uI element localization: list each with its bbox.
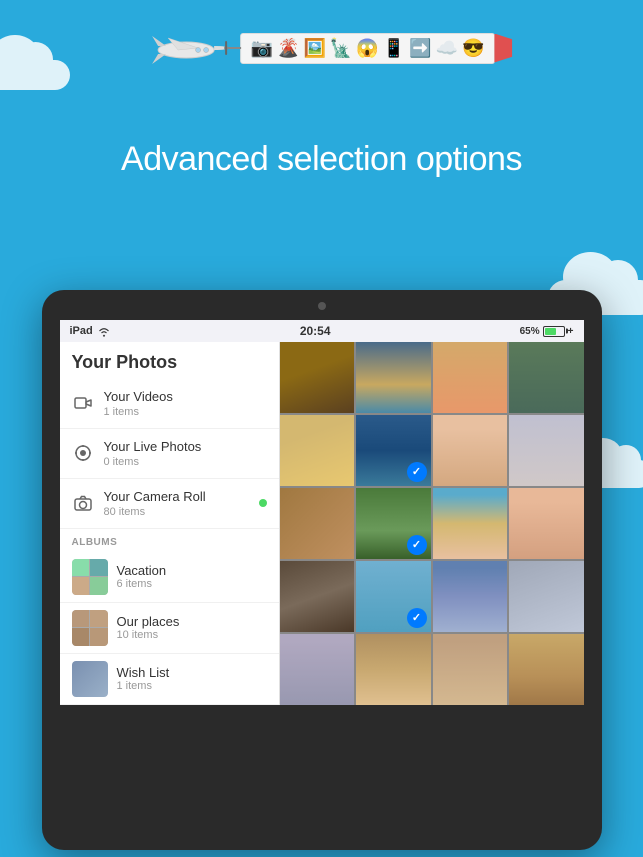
wifi-icon bbox=[97, 326, 111, 337]
sidebar-item-videos[interactable]: Your Videos 1 items bbox=[60, 379, 279, 429]
battery-body bbox=[543, 326, 565, 337]
photo-cell-16[interactable] bbox=[509, 561, 584, 632]
album-vacation-count: 6 items bbox=[117, 578, 267, 590]
album-vacation-name: Vacation bbox=[117, 563, 267, 578]
album-ourplaces-thumb bbox=[72, 610, 108, 646]
banner-emoji-9: 😎 bbox=[462, 38, 484, 59]
photo-cell-19[interactable] bbox=[433, 634, 508, 705]
album-item-wishlist[interactable]: Wish List 1 items bbox=[60, 654, 279, 705]
banner-emoji-4: 🗽 bbox=[330, 38, 352, 59]
status-time: 20:54 bbox=[300, 324, 331, 338]
album-vacation-thumb bbox=[72, 559, 108, 595]
photo-cell-13[interactable] bbox=[280, 561, 355, 632]
your-photos-title: Your Photos bbox=[60, 342, 279, 379]
photo-cell-2[interactable] bbox=[356, 342, 431, 413]
sidebar-item-livephotos-text: Your Live Photos 0 items bbox=[104, 439, 267, 468]
album-ourplaces-info: Our places 10 items bbox=[117, 614, 267, 641]
photo-cell-3[interactable] bbox=[433, 342, 508, 413]
status-left: iPad bbox=[70, 325, 111, 337]
photo-checkmark-10: ✓ bbox=[407, 535, 427, 555]
sidebar-item-cameraroll[interactable]: Your Camera Roll 80 items bbox=[60, 479, 279, 529]
battery-plus: + bbox=[568, 326, 574, 337]
album-ourplaces-count: 10 items bbox=[117, 629, 267, 641]
sidebar[interactable]: Your Photos Your Videos 1 items bbox=[60, 342, 280, 705]
photo-cell-4[interactable] bbox=[509, 342, 584, 413]
sidebar-item-livephotos[interactable]: Your Live Photos 0 items bbox=[60, 429, 279, 479]
ipad-label: iPad bbox=[70, 325, 93, 337]
cloud-decoration-topleft bbox=[0, 60, 70, 90]
sidebar-item-videos-title: Your Videos bbox=[104, 389, 267, 406]
photo-checkmark-14: ✓ bbox=[407, 608, 427, 628]
battery-pct: 65% bbox=[520, 326, 540, 337]
banner-flag bbox=[494, 34, 512, 63]
status-bar: iPad 20:54 65% + bbox=[60, 320, 584, 342]
camera-icon bbox=[72, 492, 94, 514]
ipad-camera bbox=[318, 302, 326, 310]
photo-cell-11[interactable] bbox=[433, 488, 508, 559]
photo-cell-10[interactable]: ✓ bbox=[356, 488, 431, 559]
battery-indicator bbox=[543, 326, 565, 337]
photo-grid[interactable]: ✓ ✓ ✓ bbox=[280, 342, 584, 705]
app-content: Your Photos Your Videos 1 items bbox=[60, 342, 584, 705]
album-wishlist-count: 1 items bbox=[117, 680, 267, 692]
page-heading: Advanced selection options bbox=[0, 140, 643, 179]
ipad-device: iPad 20:54 65% + bbox=[42, 290, 602, 850]
sidebar-item-videos-count: 1 items bbox=[104, 406, 267, 418]
photo-cell-8[interactable] bbox=[509, 415, 584, 486]
banner-emoji-8: ☁️ bbox=[436, 38, 458, 59]
banner-emoji-6: 📱 bbox=[383, 38, 405, 59]
banner-emoji-1: 📷 bbox=[251, 38, 273, 59]
livephoto-icon bbox=[72, 442, 94, 464]
banner-emoji-7: ➡️ bbox=[409, 38, 431, 59]
photo-cell-7[interactable] bbox=[433, 415, 508, 486]
album-item-ourplaces[interactable]: Our places 10 items bbox=[60, 603, 279, 654]
airplane-banner: 📷 🌋 🖼️ 🗽 😱 📱 ➡️ ☁️ 😎 bbox=[148, 28, 496, 68]
battery-fill bbox=[545, 328, 557, 335]
sidebar-item-videos-text: Your Videos 1 items bbox=[104, 389, 267, 418]
album-wishlist-info: Wish List 1 items bbox=[117, 665, 267, 692]
album-item-vacation[interactable]: Vacation 6 items bbox=[60, 552, 279, 603]
photo-cell-15[interactable] bbox=[433, 561, 508, 632]
photo-checkmark-6: ✓ bbox=[407, 462, 427, 482]
ipad-screen: iPad 20:54 65% + bbox=[60, 320, 584, 705]
album-wishlist-name: Wish List bbox=[117, 665, 267, 680]
airplane-icon bbox=[148, 28, 228, 68]
sidebar-item-livephotos-count: 0 items bbox=[104, 456, 267, 468]
photo-cell-9[interactable] bbox=[280, 488, 355, 559]
album-wishlist-thumb bbox=[72, 661, 108, 697]
album-ourplaces-name: Our places bbox=[117, 614, 267, 629]
photo-cell-6[interactable]: ✓ bbox=[356, 415, 431, 486]
video-icon bbox=[72, 392, 94, 414]
photo-cell-1[interactable] bbox=[280, 342, 355, 413]
photo-cell-18[interactable] bbox=[356, 634, 431, 705]
albums-section-header: ALBUMS bbox=[60, 529, 279, 552]
status-right: 65% + bbox=[520, 326, 574, 337]
photo-cell-14[interactable]: ✓ bbox=[356, 561, 431, 632]
photo-cell-5[interactable] bbox=[280, 415, 355, 486]
photo-cell-17[interactable] bbox=[280, 634, 355, 705]
sidebar-item-livephotos-title: Your Live Photos bbox=[104, 439, 267, 456]
camera-roll-dot bbox=[259, 499, 267, 507]
photo-cell-12[interactable] bbox=[509, 488, 584, 559]
album-vacation-info: Vacation 6 items bbox=[117, 563, 267, 590]
photo-cell-20[interactable] bbox=[509, 634, 584, 705]
banner-emoji-5: 😱 bbox=[356, 38, 378, 59]
banner-emoji-2: 🌋 bbox=[277, 38, 299, 59]
sidebar-item-cameraroll-count: 80 items bbox=[104, 506, 249, 518]
emoji-banner: 📷 🌋 🖼️ 🗽 😱 📱 ➡️ ☁️ 😎 bbox=[240, 33, 496, 64]
sidebar-item-cameraroll-text: Your Camera Roll 80 items bbox=[104, 489, 249, 518]
sidebar-item-cameraroll-title: Your Camera Roll bbox=[104, 489, 249, 506]
banner-emoji-3: 🖼️ bbox=[303, 38, 325, 59]
